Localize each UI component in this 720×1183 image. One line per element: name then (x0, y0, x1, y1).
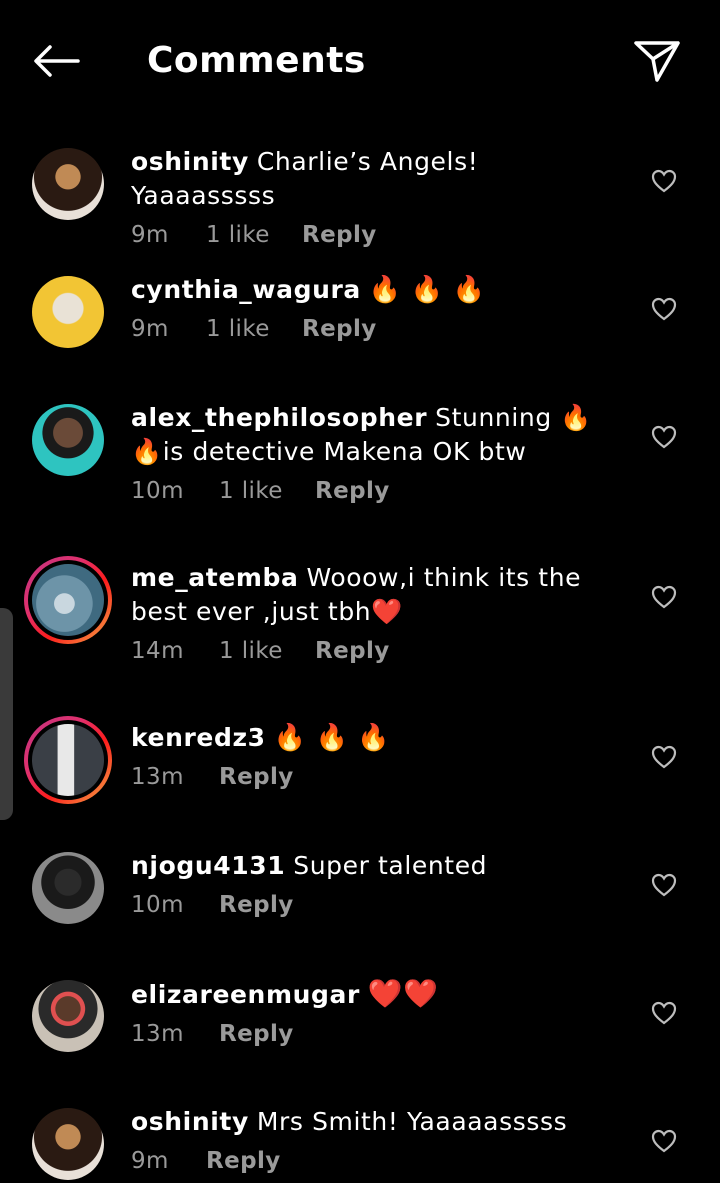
comment-time: 13m (131, 1021, 184, 1047)
avatar-image (32, 1108, 104, 1180)
comment-text: oshinity Mrs Smith! Yaaaaasssss (131, 1105, 621, 1139)
comment-likes[interactable]: 1 like (206, 219, 302, 251)
comment-meta: 9m 1 like Reply (131, 219, 621, 251)
comment-meta: 9m 1 like Reply (131, 313, 621, 345)
comment-time: 9m (131, 222, 169, 248)
avatar-image (32, 980, 104, 1052)
comment-body: 🔥 🔥 🔥 (368, 275, 486, 305)
reply-button[interactable]: Reply (302, 313, 377, 345)
comment-likes[interactable]: 1 like (219, 635, 315, 667)
heart-outline-icon (651, 873, 677, 897)
comment-meta: 10m 1 like Reply (131, 475, 621, 507)
comment-time: 13m (131, 764, 184, 790)
comment-username[interactable]: oshinity (131, 147, 249, 176)
avatar-image (32, 724, 104, 796)
avatar-image (32, 276, 104, 348)
comment-likes[interactable]: 1 like (206, 313, 302, 345)
like-button[interactable] (650, 1000, 678, 1026)
comment-text: me_atemba Wooow,i think its the best ever… (131, 561, 621, 629)
reply-button[interactable]: Reply (219, 889, 294, 921)
like-button[interactable] (650, 168, 678, 194)
like-button[interactable] (650, 424, 678, 450)
comment-username[interactable]: njogu4131 (131, 851, 285, 880)
reply-button[interactable]: Reply (206, 1145, 281, 1177)
comment-username[interactable]: me_atemba (131, 563, 299, 592)
avatar-image (32, 564, 104, 636)
comment-time: 9m (131, 316, 169, 342)
like-button[interactable] (650, 584, 678, 610)
comment-text: oshinity Charlie’s Angels! Yaaaasssss (131, 145, 621, 213)
header-bar: Comments (0, 0, 720, 122)
comment-username[interactable]: elizareenmugar (131, 980, 360, 1009)
reply-button[interactable]: Reply (315, 635, 390, 667)
comment-meta: 13m Reply (131, 761, 621, 793)
comment-meta: 14m 1 like Reply (131, 635, 621, 667)
comment-meta: 10m Reply (131, 889, 621, 921)
like-button[interactable] (650, 1128, 678, 1154)
reply-button[interactable]: Reply (219, 761, 294, 793)
avatar[interactable] (24, 556, 112, 644)
comment-time: 14m (131, 638, 184, 664)
like-button[interactable] (650, 872, 678, 898)
heart-outline-icon (651, 585, 677, 609)
comment-likes[interactable]: 1 like (219, 475, 315, 507)
comment-body: ❤️❤️ (367, 977, 439, 1010)
heart-outline-icon (651, 297, 677, 321)
comment-text: alex_thephilosopher Stunning 🔥 🔥is detect… (131, 401, 621, 469)
avatar[interactable] (32, 980, 104, 1052)
heart-outline-icon (651, 425, 677, 449)
comment-username[interactable]: kenredz3 (131, 723, 266, 752)
heart-outline-icon (651, 1129, 677, 1153)
arrow-left-icon (34, 45, 80, 77)
like-button[interactable] (650, 744, 678, 770)
comment-username[interactable]: oshinity (131, 1107, 249, 1136)
comment-text: kenredz3 🔥 🔥 🔥 (131, 721, 621, 755)
avatar[interactable] (32, 404, 104, 476)
avatar[interactable] (32, 852, 104, 924)
comment-meta: 13m Reply (131, 1018, 621, 1050)
comment-body: 🔥 🔥 🔥 (273, 723, 391, 753)
comment-meta: 9m Reply (131, 1145, 621, 1177)
reply-button[interactable]: Reply (315, 475, 390, 507)
avatar[interactable] (24, 716, 112, 804)
paper-plane-icon (634, 41, 680, 82)
comment-username[interactable]: alex_thephilosopher (131, 403, 427, 432)
avatar-image (32, 148, 104, 220)
avatar[interactable] (32, 148, 104, 220)
comment-time: 10m (131, 478, 184, 504)
heart-outline-icon (651, 745, 677, 769)
comment-body: Super talented (293, 851, 488, 880)
share-button[interactable] (630, 36, 684, 86)
avatar[interactable] (32, 276, 104, 348)
avatar[interactable] (32, 1108, 104, 1180)
comment-time: 9m (131, 1148, 169, 1174)
reply-button[interactable]: Reply (219, 1018, 294, 1050)
comment-body: Mrs Smith! Yaaaaasssss (256, 1107, 568, 1136)
like-button[interactable] (650, 296, 678, 322)
comment-text: elizareenmugar ❤️❤️ (131, 977, 621, 1012)
page-title: Comments (147, 40, 366, 81)
comment-text: njogu4131 Super talented (131, 849, 621, 883)
avatar-image (32, 404, 104, 476)
heart-outline-icon (651, 1001, 677, 1025)
heart-outline-icon (651, 169, 677, 193)
comment-text: cynthia_wagura 🔥 🔥 🔥 (131, 273, 621, 307)
edge-panel-handle[interactable] (0, 608, 13, 820)
comment-username[interactable]: cynthia_wagura (131, 275, 361, 304)
back-button[interactable] (28, 38, 84, 84)
avatar-image (32, 852, 104, 924)
reply-button[interactable]: Reply (302, 219, 377, 251)
comment-time: 10m (131, 892, 184, 918)
